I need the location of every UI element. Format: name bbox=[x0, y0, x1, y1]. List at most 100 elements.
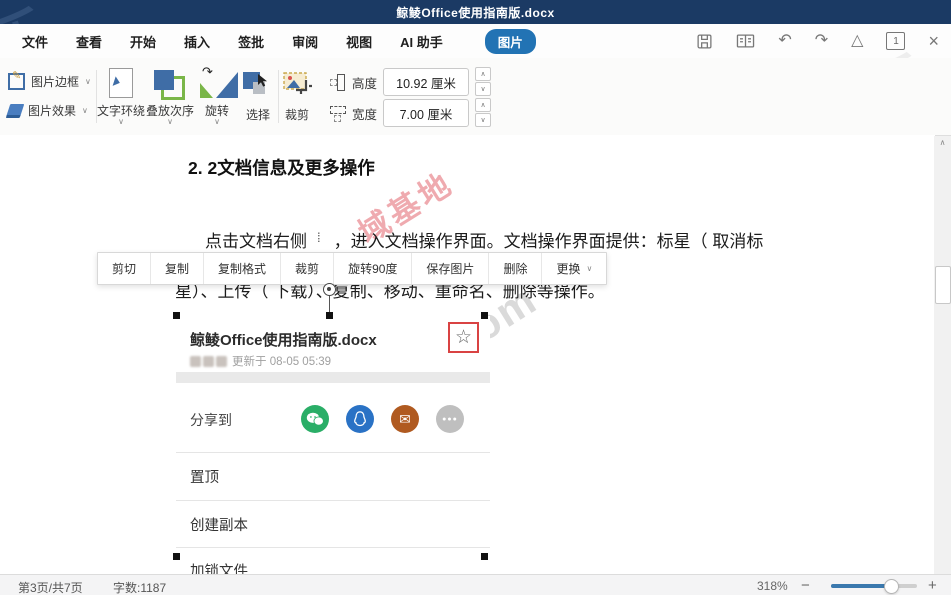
width-stepper: ∧ ∨ bbox=[475, 98, 492, 128]
menu-file[interactable]: 文件 bbox=[22, 32, 48, 51]
ctx-save-image[interactable]: 保存图片 bbox=[412, 253, 490, 284]
more-dots-glyph: ●●● bbox=[442, 415, 458, 423]
width-icon bbox=[330, 104, 346, 122]
spin-down-icon[interactable]: ∨ bbox=[475, 113, 492, 127]
picture-context-menu: 剪切 复制 复制格式 裁剪 旋转90度 保存图片 删除 更换 ∨ bbox=[97, 252, 608, 285]
ctx-cut[interactable]: 剪切 bbox=[98, 253, 152, 284]
tab-picture-active[interactable]: 图片 bbox=[484, 28, 536, 54]
menu-viewtab[interactable]: 视图 bbox=[346, 32, 372, 51]
panel-item-pin: 置顶 bbox=[190, 470, 219, 486]
envelope-glyph: ✉ bbox=[399, 410, 411, 427]
embedded-image-panel[interactable]: 鲸鲮Office使用指南版.docx ☆ 更新于 08-05 05:39 分享到 bbox=[176, 316, 490, 574]
size-group: 高度 ∧ ∨ 宽度 ∧ ∨ bbox=[330, 67, 492, 130]
single-page-view-icon[interactable]: 1 bbox=[886, 32, 906, 50]
zoom-slider-thumb[interactable] bbox=[884, 579, 899, 594]
paragraph-text: 点击文档右侧 bbox=[205, 232, 307, 251]
picture-effects-button[interactable]: 图片效果 ∨ bbox=[5, 96, 91, 125]
ctx-copy-format[interactable]: 复制格式 bbox=[204, 253, 282, 284]
ctx-replace-label: 更换 bbox=[556, 262, 581, 276]
rotate-handle-stem bbox=[329, 293, 330, 313]
height-stepper: ∧ ∨ bbox=[475, 67, 492, 97]
menu-items: 文件 查看 开始 插入 签批 审阅 视图 AI 助手 图片 bbox=[0, 28, 536, 54]
menu-ai-assistant[interactable]: AI 助手 bbox=[400, 32, 443, 51]
spin-up-icon[interactable]: ∧ bbox=[475, 98, 492, 112]
ctx-crop[interactable]: 裁剪 bbox=[281, 253, 335, 284]
selection-handle-bottom-right[interactable] bbox=[481, 553, 488, 560]
menu-sign[interactable]: 签批 bbox=[238, 32, 264, 51]
height-label: 高度 bbox=[352, 76, 378, 91]
app-window: 乐 鲸鲮Office使用指南版.docx 乐 文件 查看 开始 插入 签批 审阅… bbox=[0, 0, 951, 595]
ctx-rotate-90[interactable]: 旋转90度 bbox=[334, 253, 413, 284]
crop-button[interactable]: 裁剪 bbox=[268, 64, 326, 123]
panel-separator bbox=[176, 452, 490, 453]
more-icon: ●●● bbox=[436, 405, 464, 433]
selection-handle-top-center[interactable] bbox=[326, 312, 333, 319]
panel-section-divider bbox=[176, 372, 490, 383]
chevron-down-icon: ∨ bbox=[82, 106, 88, 115]
ctx-copy[interactable]: 复制 bbox=[151, 253, 205, 284]
paragraph-line-1: 点击文档右侧 ⁞ ，进入文档操作界面。文档操作界面提供：标星（ 取消标 bbox=[205, 227, 763, 252]
picture-style-group: ✎ 图片边框 ∨ 图片效果 ∨ bbox=[5, 67, 91, 125]
menu-view[interactable]: 查看 bbox=[76, 32, 102, 51]
panel-item-lock: 加锁文件 bbox=[190, 564, 248, 574]
vertical-ellipsis-icon: ⁞ bbox=[317, 230, 321, 245]
panel-updated-text: 更新于 08-05 05:39 bbox=[232, 356, 332, 368]
vertical-scrollbar[interactable]: ∧ bbox=[934, 136, 951, 574]
zoom-out-button[interactable]: − bbox=[801, 577, 810, 594]
redo-icon[interactable]: ↷ bbox=[815, 33, 828, 49]
share-to-label: 分享到 bbox=[190, 412, 232, 428]
menu-review[interactable]: 审阅 bbox=[292, 32, 318, 51]
chevron-down-icon: ∨ bbox=[85, 77, 91, 86]
title-bar: 乐 鲸鲮Office使用指南版.docx bbox=[0, 0, 951, 77]
width-input[interactable] bbox=[383, 99, 470, 127]
quick-actions: ↶ ↷ △ 1 × bbox=[696, 24, 939, 58]
picture-effects-label: 图片效果 bbox=[28, 104, 77, 118]
wechat-icon bbox=[301, 405, 329, 433]
panel-file-title: 鲸鲮Office使用指南版.docx bbox=[190, 332, 377, 349]
rotate-handle[interactable] bbox=[323, 283, 336, 296]
obscured-username bbox=[190, 355, 227, 367]
selection-handle-top-right[interactable] bbox=[481, 312, 488, 319]
zoom-percent: 318% bbox=[757, 579, 788, 593]
page-indicator: 第3页/共7页 bbox=[18, 581, 83, 595]
ctx-replace[interactable]: 更换 ∨ bbox=[542, 253, 606, 284]
crop-icon bbox=[268, 64, 326, 102]
selection-handle-bottom-left[interactable] bbox=[173, 553, 180, 560]
ribbon: ✎ 图片边框 ∨ 图片效果 ∨ 文字环绕 ∨ 叠放次序 ∨ ↷ 旋转 ∨ 选择 … bbox=[0, 58, 951, 136]
picture-effects-icon bbox=[5, 103, 25, 118]
scrollbar-thumb[interactable] bbox=[935, 266, 951, 304]
zoom-in-button[interactable]: + bbox=[928, 577, 937, 594]
width-label: 宽度 bbox=[352, 107, 378, 122]
menu-home[interactable]: 开始 bbox=[130, 32, 156, 51]
zoom-slider-track[interactable] bbox=[831, 584, 917, 588]
section-heading: 2. 2文档信息及更多操作 bbox=[188, 158, 375, 178]
spin-up-icon[interactable]: ∧ bbox=[475, 67, 492, 81]
document-page: 域基地 se.com 记得 2. 2文档信息及更多操作 点击文档右侧 ⁞ ，进入… bbox=[0, 135, 935, 574]
menu-bar: 乐 文件 查看 开始 插入 签批 审阅 视图 AI 助手 图片 ↶ bbox=[0, 24, 951, 123]
qq-icon bbox=[346, 405, 374, 433]
ctx-delete[interactable]: 删除 bbox=[489, 253, 543, 284]
scroll-up-icon[interactable]: ∧ bbox=[934, 138, 951, 147]
height-input[interactable] bbox=[383, 68, 470, 96]
panel-separator bbox=[176, 547, 490, 548]
window-title: 鲸鲮Office使用指南版.docx bbox=[396, 6, 555, 20]
panel-updated-row: 更新于 08-05 05:39 bbox=[190, 353, 331, 369]
mail-icon: ✉ bbox=[391, 405, 419, 433]
reading-view-icon[interactable] bbox=[736, 33, 755, 49]
text-wrap-icon bbox=[109, 68, 133, 98]
picture-border-button[interactable]: ✎ 图片边框 ∨ bbox=[8, 67, 91, 96]
picture-border-label: 图片边框 bbox=[31, 75, 80, 89]
menu-insert[interactable]: 插入 bbox=[184, 32, 210, 51]
paragraph-text: ，进入文档操作界面。文档操作界面提供：标星（ 取消标 bbox=[333, 232, 764, 251]
crop-label: 裁剪 bbox=[284, 108, 309, 122]
spin-down-icon[interactable]: ∨ bbox=[475, 82, 492, 96]
collapse-ribbon-icon[interactable]: △ bbox=[851, 33, 863, 49]
word-count: 字数:1187 bbox=[113, 581, 167, 595]
undo-icon[interactable]: ↶ bbox=[778, 33, 791, 49]
close-icon[interactable]: × bbox=[928, 32, 939, 50]
save-icon[interactable] bbox=[696, 33, 713, 50]
status-bar: 第3页/共7页 字数:1187 318% − + bbox=[0, 574, 951, 595]
picture-border-icon: ✎ bbox=[8, 70, 25, 90]
selection-handle-top-left[interactable] bbox=[173, 312, 180, 319]
panel-item-duplicate: 创建副本 bbox=[190, 518, 248, 534]
